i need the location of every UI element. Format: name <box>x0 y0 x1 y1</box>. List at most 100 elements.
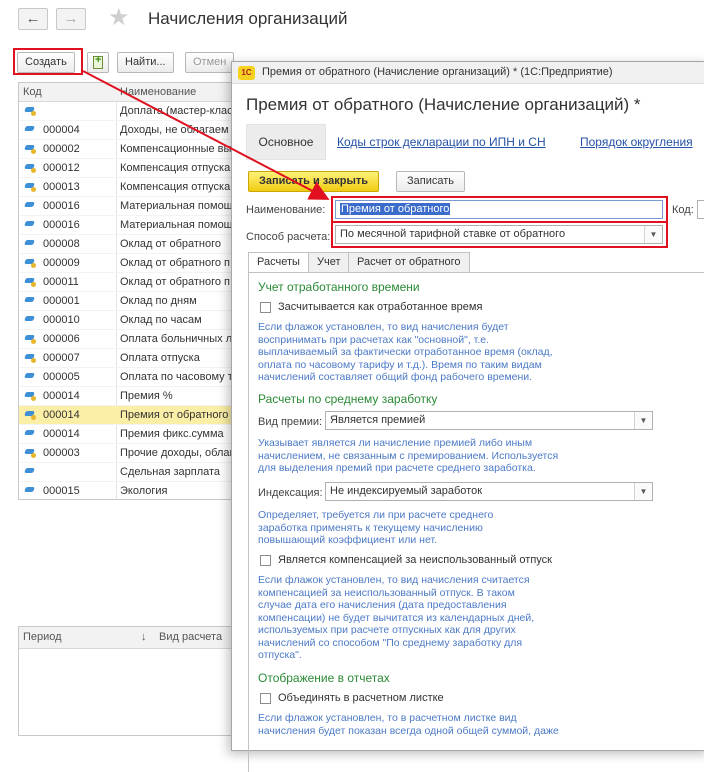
row-name: Компенсация отпуска <box>120 181 231 193</box>
compensation-checkbox-label: Является компенсацией за неиспользованны… <box>278 554 552 566</box>
row-name: Оклад от обратного п <box>120 276 231 288</box>
chevron-down-icon[interactable]: ▼ <box>634 483 652 500</box>
table-row[interactable]: 000008 Оклад от обратного <box>19 235 242 254</box>
copy-button[interactable] <box>87 52 109 73</box>
accrual-type-icon <box>25 278 36 287</box>
accrual-type-icon <box>25 449 36 458</box>
column-period[interactable]: Период <box>23 631 62 643</box>
page-title: Начисления организаций <box>148 9 348 28</box>
table-row[interactable]: 000005 Оплата по часовому т <box>19 368 242 387</box>
compensation-checkbox[interactable] <box>260 555 271 566</box>
accrual-type-icon <box>25 221 34 228</box>
column-code[interactable]: Код <box>23 86 42 98</box>
table-row[interactable]: 000007 Оплата отпуска <box>19 349 242 368</box>
row-name: Материальная помощ <box>120 219 233 231</box>
row-name: Оклад по часам <box>120 314 202 326</box>
row-code: 000006 <box>43 333 80 345</box>
find-button[interactable]: Найти... <box>117 52 174 73</box>
accrual-type-icon <box>25 126 34 133</box>
1c-logo-icon: 1С <box>238 66 255 80</box>
chevron-down-icon[interactable]: ▼ <box>634 412 652 429</box>
row-name: Оплата по часовому т <box>120 371 233 383</box>
row-code: 000014 <box>43 390 80 402</box>
row-name: Экология <box>120 485 168 497</box>
worktime-hint: Если флажок установлен, то вид начислени… <box>258 321 553 383</box>
back-arrow-icon[interactable]: ← <box>18 8 48 30</box>
window-titlebar: 1С Премия от обратного (Начисление орган… <box>232 62 704 84</box>
accrual-type-icon <box>25 373 34 380</box>
row-name: Оклад от обратного <box>120 238 222 250</box>
table-row[interactable]: 000011 Оклад от обратного п <box>19 273 242 292</box>
row-code: 000007 <box>43 352 80 364</box>
table-body: Доплата (мастер-клас 000004 Доходы, не обл… <box>19 102 242 499</box>
compensation-hint: Если флажок установлен, то вид начислени… <box>258 574 535 661</box>
calc-method-label: Способ расчета: <box>246 231 331 243</box>
bonus-type-hint: Указывает является ли начисление премией… <box>258 437 559 474</box>
row-code: 000016 <box>43 219 80 231</box>
table-row[interactable]: 000012 Компенсация отпуска <box>19 159 242 178</box>
combine-checkbox[interactable] <box>260 693 271 704</box>
section-reports-title: Отображение в отчетах <box>258 671 390 685</box>
row-name: Сдельная зарплата <box>120 466 221 478</box>
section-worktime-title: Учет отработанного времени <box>258 280 420 294</box>
code-label: Код: <box>672 204 694 216</box>
indexation-value: Не индексируемый заработок <box>330 485 483 497</box>
bonus-type-label: Вид премии: <box>258 416 323 428</box>
row-code: 000016 <box>43 200 80 212</box>
table-row[interactable]: 000002 Компенсационные вы <box>19 140 242 159</box>
table-row[interactable]: 000014 Премия от обратного <box>19 406 242 425</box>
table-row[interactable]: 000006 Оплата больничных л <box>19 330 242 349</box>
row-name: Оклад от обратного п <box>120 257 231 269</box>
table-row[interactable]: 000009 Оклад от обратного п <box>19 254 242 273</box>
table-row[interactable]: 000014 Премия % <box>19 387 242 406</box>
row-name: Доплата (мастер-клас <box>120 105 233 117</box>
row-code: 000003 <box>43 447 80 459</box>
table-row[interactable]: 000014 Премия фикс.сумма <box>19 425 242 444</box>
column-name[interactable]: Наименование <box>120 86 196 98</box>
favorite-star-icon[interactable]: ★ <box>108 5 130 31</box>
row-name: Оклад по дням <box>120 295 197 307</box>
tab-accounting[interactable]: Учет <box>308 252 350 273</box>
accrual-type-icon <box>25 354 36 363</box>
indexation-select[interactable]: Не индексируемый заработок ▼ <box>325 482 653 501</box>
table-row[interactable]: Доплата (мастер-клас <box>19 102 242 121</box>
sort-icon: ↓ <box>141 631 147 643</box>
tab-calculations[interactable]: Расчеты <box>248 252 309 273</box>
bonus-type-select[interactable]: Является премией ▼ <box>325 411 653 430</box>
table-row[interactable]: 000003 Прочие доходы, облаг <box>19 444 242 463</box>
row-code: 000012 <box>43 162 80 174</box>
table-row[interactable]: Сдельная зарплата <box>19 463 242 482</box>
combine-checkbox-label: Объединять в расчетном листке <box>278 692 444 704</box>
tab-main[interactable]: Основное <box>246 124 326 160</box>
table-row[interactable]: 000016 Материальная помощ <box>19 216 242 235</box>
table-row[interactable]: 000015 Экология <box>19 482 242 499</box>
link-declaration-codes[interactable]: Коды строк декларации по ИПН и СН <box>337 135 546 149</box>
link-rounding-order[interactable]: Порядок округления <box>580 135 693 149</box>
row-code: 000009 <box>43 257 80 269</box>
accrual-type-icon <box>25 335 36 344</box>
save-and-close-button[interactable]: Записать и закрыть <box>248 171 380 192</box>
row-name: Доходы, не облагаем <box>120 124 229 136</box>
table-row[interactable]: 000004 Доходы, не облагаем <box>19 121 242 140</box>
table-row[interactable]: 000013 Компенсация отпуска <box>19 178 242 197</box>
history-header: Период ↓ Вид расчета <box>19 627 242 649</box>
table-row[interactable]: 000010 Оклад по часам <box>19 311 242 330</box>
tab-reverse-calc[interactable]: Расчет от обратного <box>348 252 470 273</box>
forward-arrow-icon[interactable]: → <box>56 8 86 30</box>
row-name: Премия от обратного <box>120 409 229 421</box>
row-code: 000005 <box>43 371 80 383</box>
save-button[interactable]: Записать <box>396 171 466 192</box>
code-input[interactable] <box>697 200 704 219</box>
column-calc-type[interactable]: Вид расчета <box>159 631 222 643</box>
worktime-checkbox-label: Засчитывается как отработанное время <box>278 301 483 313</box>
table-row[interactable]: 000016 Материальная помощ <box>19 197 242 216</box>
cancel-search-button[interactable]: Отмен <box>185 52 235 73</box>
accrual-type-icon <box>25 430 34 437</box>
accrual-type-icon <box>25 411 36 420</box>
worktime-checkbox[interactable] <box>260 302 271 313</box>
accrual-form-window: 1С Премия от обратного (Начисление орган… <box>231 61 704 772</box>
table-row[interactable]: 000001 Оклад по дням <box>19 292 242 311</box>
highlight-name-frame <box>331 196 668 223</box>
form-title: Премия от обратного (Начисление организа… <box>246 95 641 114</box>
row-name: Оплата больничных л <box>120 333 233 345</box>
